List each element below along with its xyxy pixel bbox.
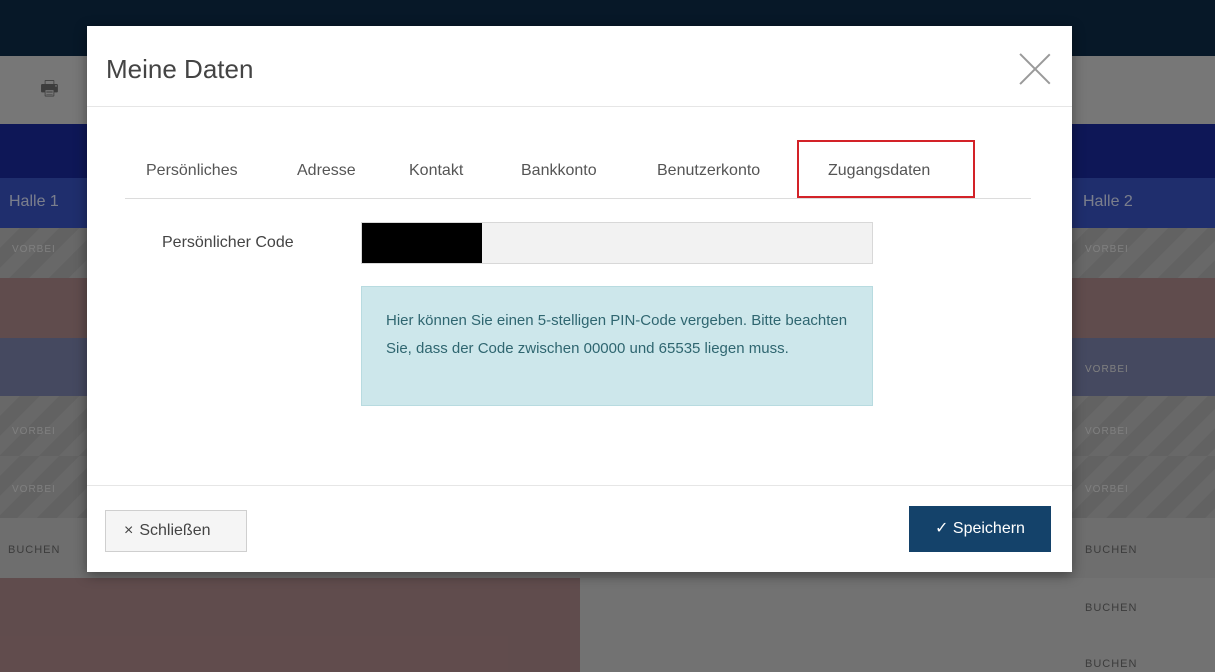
tab-address[interactable]: Adresse [297,162,356,180]
save-button-label: Speichern [952,520,1025,537]
tab-access-data-label: Zugangsdaten [828,162,931,179]
close-icon[interactable] [1018,52,1052,86]
redacted-value [362,223,482,263]
close-icon: × [124,522,134,539]
close-button-label: Schließen [139,522,211,539]
save-button[interactable]: ✓ Speichern [909,506,1051,552]
close-button[interactable]: × Schließen [105,510,247,552]
check-icon: ✓ [935,520,949,537]
dialog-header: Meine Daten [87,26,1072,107]
tab-access-data[interactable]: Zugangsdaten [797,140,975,198]
personal-code-label: Persönlicher Code [162,234,294,251]
pin-info-box: Hier können Sie einen 5-stelligen PIN-Co… [361,286,873,406]
dialog-footer: × Schließen ✓ Speichern [87,485,1072,573]
my-data-dialog: Meine Daten Persönliches Adresse Kontakt… [87,26,1072,572]
tab-bar: Persönliches Adresse Kontakt Bankkonto B… [125,140,1031,199]
tab-contact[interactable]: Kontakt [409,162,463,180]
personal-code-input[interactable] [361,222,873,264]
tab-bank-account[interactable]: Bankkonto [521,162,597,180]
tab-user-account[interactable]: Benutzerkonto [657,162,760,180]
tab-personal[interactable]: Persönliches [146,162,238,180]
dialog-title: Meine Daten [106,54,254,84]
